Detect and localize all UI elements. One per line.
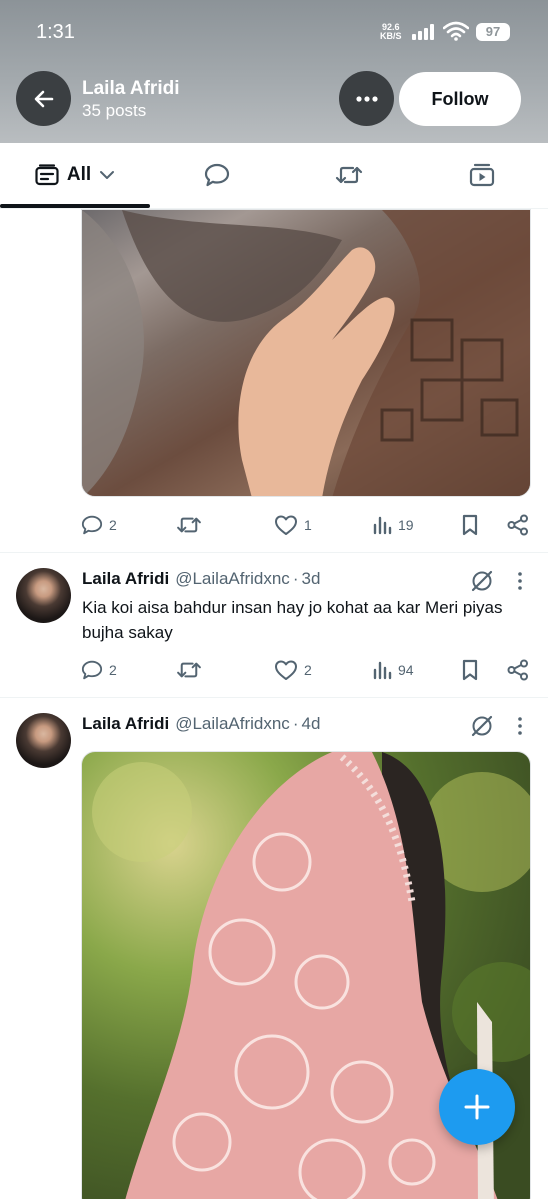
repost-icon: [177, 662, 201, 678]
reply-count: 2: [109, 662, 117, 678]
post-divider: [0, 552, 548, 553]
views-button[interactable]: 94: [372, 655, 414, 685]
post-media-image[interactable]: [81, 209, 531, 497]
author-handle[interactable]: @LailaAfridxnc: [175, 714, 290, 734]
network-speed: 92.6 KB/S: [380, 23, 402, 41]
post-count: 35 posts: [82, 101, 147, 120]
tab-all-label: All: [66, 164, 92, 185]
avatar[interactable]: [16, 713, 71, 768]
views-bar-icon: [373, 661, 392, 680]
grok-icon[interactable]: [470, 569, 494, 593]
reply-bubble-icon: [81, 660, 103, 680]
chevron-down-icon[interactable]: [99, 170, 115, 180]
post-text: Kia koi aisa bahdur insan hay jo kohat a…: [82, 598, 503, 642]
view-count: 19: [398, 517, 414, 533]
bookmark-button[interactable]: [461, 510, 479, 540]
media-photo: [82, 210, 530, 496]
bookmark-icon: [462, 514, 478, 536]
like-count: 2: [304, 662, 312, 678]
active-tab-indicator: [0, 204, 150, 208]
repost-button[interactable]: [176, 655, 202, 685]
reply-count: 2: [109, 517, 117, 533]
posts-feed[interactable]: 2 1 19 Laila Afridi @LailaAfridxnc · 3d: [0, 209, 548, 1199]
tab-reposts[interactable]: [312, 143, 386, 207]
share-icon: [507, 659, 528, 681]
post-age[interactable]: 3d: [301, 569, 320, 589]
post-header: Laila Afridi @LailaAfridxnc · 3d: [82, 567, 320, 591]
tab-replies[interactable]: [180, 143, 254, 207]
like-button[interactable]: 2: [274, 655, 312, 685]
signal-icon: [412, 24, 434, 40]
repost-icon: [335, 166, 363, 184]
meta-separator: ·: [292, 569, 299, 588]
more-horizontal-icon: [355, 95, 378, 102]
post-divider: [0, 697, 548, 698]
post-age[interactable]: 4d: [301, 714, 320, 734]
status-bar: 1:31 92.6 KB/S 97: [0, 0, 548, 64]
back-button[interactable]: [16, 71, 71, 126]
author-handle[interactable]: @LailaAfridxnc: [175, 569, 290, 589]
tab-media[interactable]: [445, 143, 519, 207]
author-name[interactable]: Laila Afridi: [82, 714, 169, 734]
profile-header: 1:31 92.6 KB/S 97 Laila Afridi 35 posts …: [0, 0, 548, 143]
tab-all[interactable]: All: [0, 143, 150, 208]
wifi-icon: [443, 21, 469, 41]
media-play-icon: [469, 163, 495, 187]
views-button[interactable]: 19: [372, 510, 414, 540]
reply-bubble-icon: [204, 163, 230, 187]
grok-icon[interactable]: [470, 714, 494, 738]
profile-name: Laila Afridi: [82, 78, 180, 99]
view-count: 94: [398, 662, 414, 678]
vertical-dots-icon[interactable]: [512, 716, 528, 736]
post-header: Laila Afridi @LailaAfridxnc · 4d: [82, 712, 320, 736]
more-options-button[interactable]: [339, 71, 394, 126]
repost-button[interactable]: [176, 510, 202, 540]
compose-post-button[interactable]: [439, 1069, 515, 1145]
views-bar-icon: [373, 516, 392, 535]
back-arrow-icon: [34, 90, 53, 107]
filter-all-icon: [35, 164, 59, 186]
bookmark-button[interactable]: [461, 655, 479, 685]
reply-button[interactable]: 2: [81, 510, 117, 540]
content-tab-bar: All: [0, 143, 548, 209]
avatar[interactable]: [16, 568, 71, 623]
like-heart-icon: [275, 660, 297, 680]
status-time: 1:31: [36, 21, 75, 43]
like-count: 1: [304, 517, 312, 533]
follow-button[interactable]: Follow: [399, 72, 521, 126]
like-button[interactable]: 1: [274, 510, 312, 540]
post-actions: 2 1 19: [81, 510, 531, 540]
share-icon: [507, 514, 528, 536]
post-actions: 2 2 94: [81, 655, 531, 685]
meta-separator: ·: [292, 714, 299, 733]
share-button[interactable]: [507, 510, 529, 540]
share-button[interactable]: [507, 655, 529, 685]
plus-icon: [464, 1094, 490, 1120]
reply-bubble-icon: [81, 515, 103, 535]
repost-icon: [177, 517, 201, 533]
author-name[interactable]: Laila Afridi: [82, 569, 169, 589]
vertical-dots-icon[interactable]: [512, 571, 528, 591]
battery-indicator: 97: [476, 23, 510, 41]
reply-button[interactable]: 2: [81, 655, 117, 685]
bookmark-icon: [462, 659, 478, 681]
network-speed-unit: KB/S: [380, 31, 402, 41]
like-heart-icon: [275, 515, 297, 535]
